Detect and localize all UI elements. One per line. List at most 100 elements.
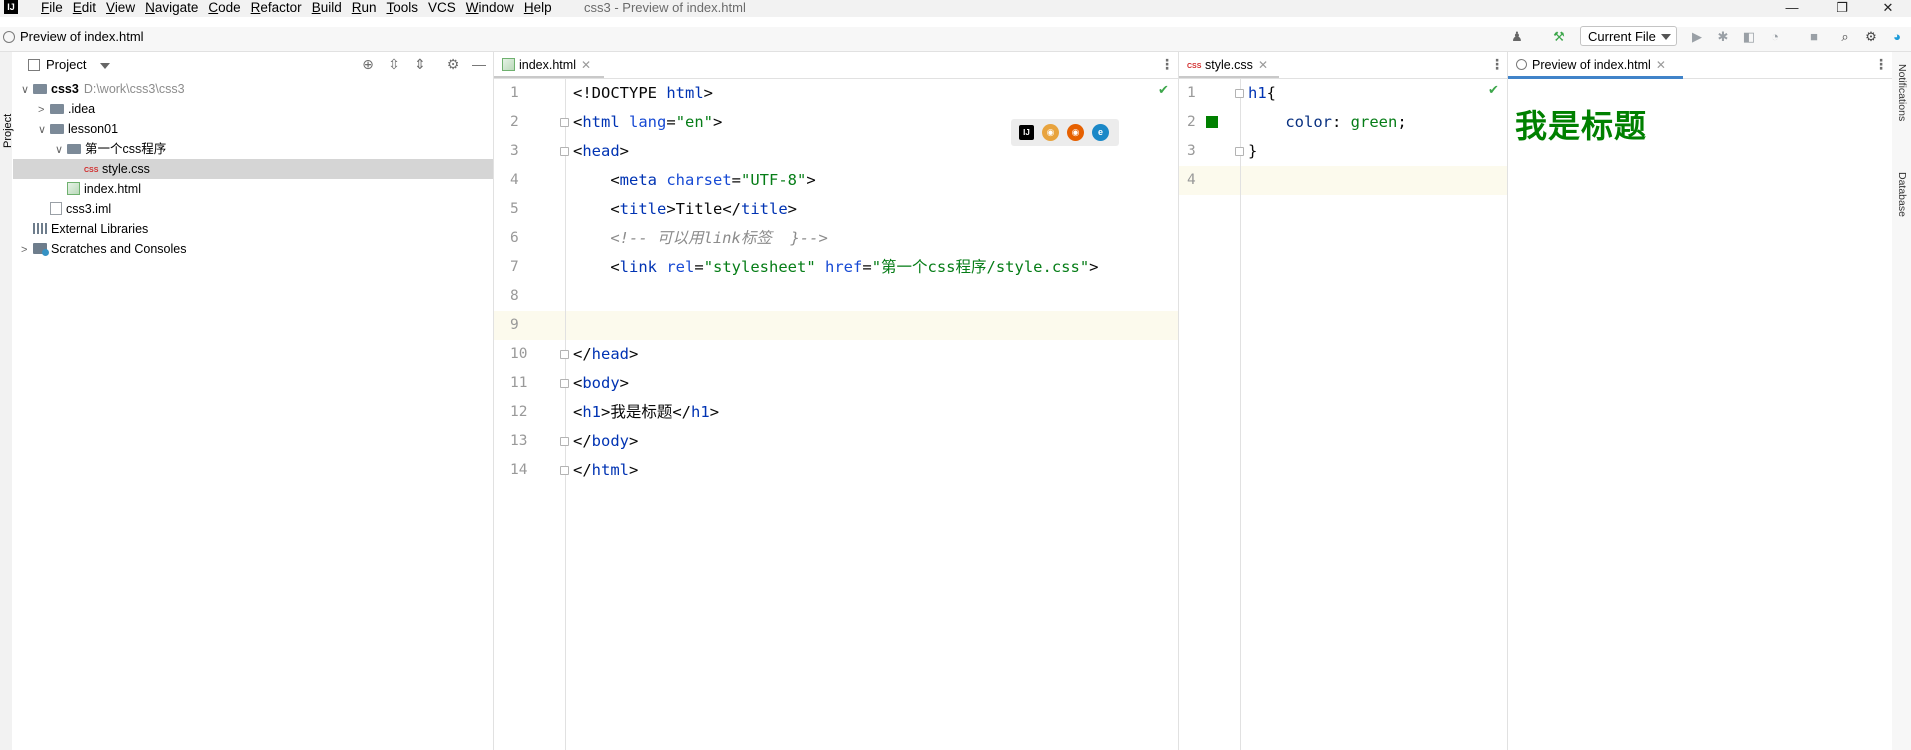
code-line[interactable] [573,311,1173,340]
hide-icon[interactable]: — [472,57,486,71]
tree-item[interactable]: CSS style.css [13,159,493,179]
notifications-tool-button[interactable]: Notifications [1896,64,1908,121]
menu-label: un [361,0,377,15]
menu-item-help[interactable]: Help [519,0,557,17]
code-line[interactable]: <!DOCTYPE html> [573,79,1173,108]
close-icon[interactable]: ✕ [1656,58,1666,72]
fold-marker-icon[interactable] [1235,89,1244,98]
project-panel-title[interactable]: Project [46,57,86,72]
build-hammer-icon[interactable]: ⚒ [1550,28,1568,46]
fold-marker-icon[interactable] [560,118,569,127]
menu-item-refactor[interactable]: Refactor [246,0,307,17]
code-line[interactable]: color: green; [1248,108,1503,137]
stop-icon[interactable]: ■ [1805,28,1823,46]
code-line[interactable]: </body> [573,427,1173,456]
code-line[interactable] [1248,166,1503,195]
divider [1683,78,1892,79]
menu-item-window[interactable]: Window [461,0,519,17]
code-line[interactable]: <link rel="stylesheet" href="第一个css程序/st… [573,253,1173,282]
user-icon[interactable]: ♟ [1508,28,1526,46]
firefox-icon[interactable]: ◉ [1067,124,1084,141]
chevron-down-icon[interactable]: ∨ [55,140,67,160]
tab-index-html[interactable]: index.html ✕ [494,54,604,79]
code-line[interactable] [573,282,1173,311]
menu-label: ile [49,0,63,15]
menu-item-file[interactable]: File [36,0,68,17]
tree-item-label: .idea [68,102,96,116]
jetbrains-icon[interactable]: ◕ [1888,28,1906,46]
more-options-icon[interactable]: ⋮ [1490,56,1504,72]
debug-icon[interactable]: ✱ [1714,28,1732,46]
collapse-all-icon[interactable]: ⇕ [413,57,427,71]
code-line[interactable]: <!-- 可以用link标签 }--> [573,224,1173,253]
tree-item[interactable]: > Scratches and Consoles [13,239,493,259]
code-line[interactable]: </head> [573,340,1173,369]
menu-item-view[interactable]: View [101,0,140,17]
more-options-icon[interactable]: ⋮ [1160,56,1174,72]
minimize-button[interactable]: — [1777,0,1807,17]
gear-icon[interactable]: ⚙ [1862,28,1880,46]
chevron-right-icon[interactable]: > [21,240,33,260]
color-swatch-icon[interactable] [1206,116,1218,128]
tree-item[interactable]: ∨ css3 D:\work\css3\css3 [13,79,493,99]
menu-item-tools[interactable]: Tools [382,0,424,17]
tab-style-css[interactable]: CSS style.css ✕ [1179,54,1279,79]
more-options-icon[interactable]: ⋮ [1874,56,1888,72]
code-line[interactable]: </html> [573,456,1173,485]
close-icon[interactable]: ✕ [581,58,591,72]
run-icon[interactable]: ▶ [1688,28,1706,46]
code-token: <!DOCTYPE [573,84,667,102]
fold-marker-icon[interactable] [560,147,569,156]
tree-item[interactable]: index.html [13,179,493,199]
edge-icon[interactable]: e [1092,124,1109,141]
code-editor-style-css[interactable]: h1{ color: green;} [1248,79,1503,195]
fold-marker-icon[interactable] [1235,147,1244,156]
code-line[interactable]: <meta charset="UTF-8"> [573,166,1173,195]
menu-item-build[interactable]: Build [307,0,347,17]
open-in-browser-toolbar: IJ ◉ ◉ e [1011,119,1119,146]
close-window-button[interactable]: ✕ [1873,0,1903,17]
coverage-icon[interactable]: ◧ [1740,28,1758,46]
locate-icon[interactable]: ⊕ [361,57,375,71]
fold-marker-icon[interactable] [560,379,569,388]
chrome-icon[interactable]: ◉ [1042,124,1059,141]
database-tool-button[interactable]: Database [1896,172,1908,217]
tree-item[interactable]: ∨ lesson01 [13,119,493,139]
tab-preview-index-html[interactable]: Preview of index.html ✕ [1508,54,1683,79]
fold-marker-icon[interactable] [560,437,569,446]
gear-icon[interactable]: ⚙ [446,57,460,71]
chevron-down-icon[interactable]: ∨ [21,80,33,100]
breadcrumb[interactable]: Preview of index.html [20,27,144,47]
menu-item-run[interactable]: Run [347,0,382,17]
code-line[interactable]: <title>Title</title> [573,195,1173,224]
fold-marker-icon[interactable] [560,466,569,475]
tree-item-label: index.html [84,182,141,196]
run-configuration-select[interactable]: Current File [1580,26,1677,46]
tree-item[interactable]: > .idea [13,99,493,119]
code-token: body [582,374,620,392]
tree-item[interactable]: css3.iml [13,199,493,219]
chevron-down-icon[interactable] [100,63,110,69]
tree-item[interactable]: ∨ 第一个css程序 [13,139,493,159]
tree-item[interactable]: External Libraries [13,219,493,239]
chevron-down-icon[interactable]: ∨ [38,120,50,140]
close-icon[interactable]: ✕ [1258,58,1268,72]
expand-all-icon[interactable]: ⇳ [387,57,401,71]
chevron-right-icon[interactable]: > [38,100,50,120]
intellij-browser-icon[interactable]: IJ [1019,125,1034,140]
restore-button[interactable]: ❐ [1827,0,1857,17]
tree-item-label: lesson01 [68,122,119,136]
code-line[interactable]: } [1248,137,1503,166]
search-icon[interactable]: ⌕ [1836,28,1854,46]
menu-item-code[interactable]: Code [203,0,245,17]
fold-marker-icon[interactable] [560,350,569,359]
code-line[interactable]: h1{ [1248,79,1503,108]
code-token: h1 [582,403,602,421]
no-problems-check-icon: ✔ [1488,82,1499,97]
menu-item-navigate[interactable]: Navigate [140,0,203,17]
menu-item-edit[interactable]: Edit [68,0,101,17]
profile-icon[interactable]: ◔ [1766,28,1784,46]
menu-item-vcs[interactable]: VCS [423,0,461,17]
code-line[interactable]: <h1>我是标题</h1> [573,398,1173,427]
code-line[interactable]: <body> [573,369,1173,398]
